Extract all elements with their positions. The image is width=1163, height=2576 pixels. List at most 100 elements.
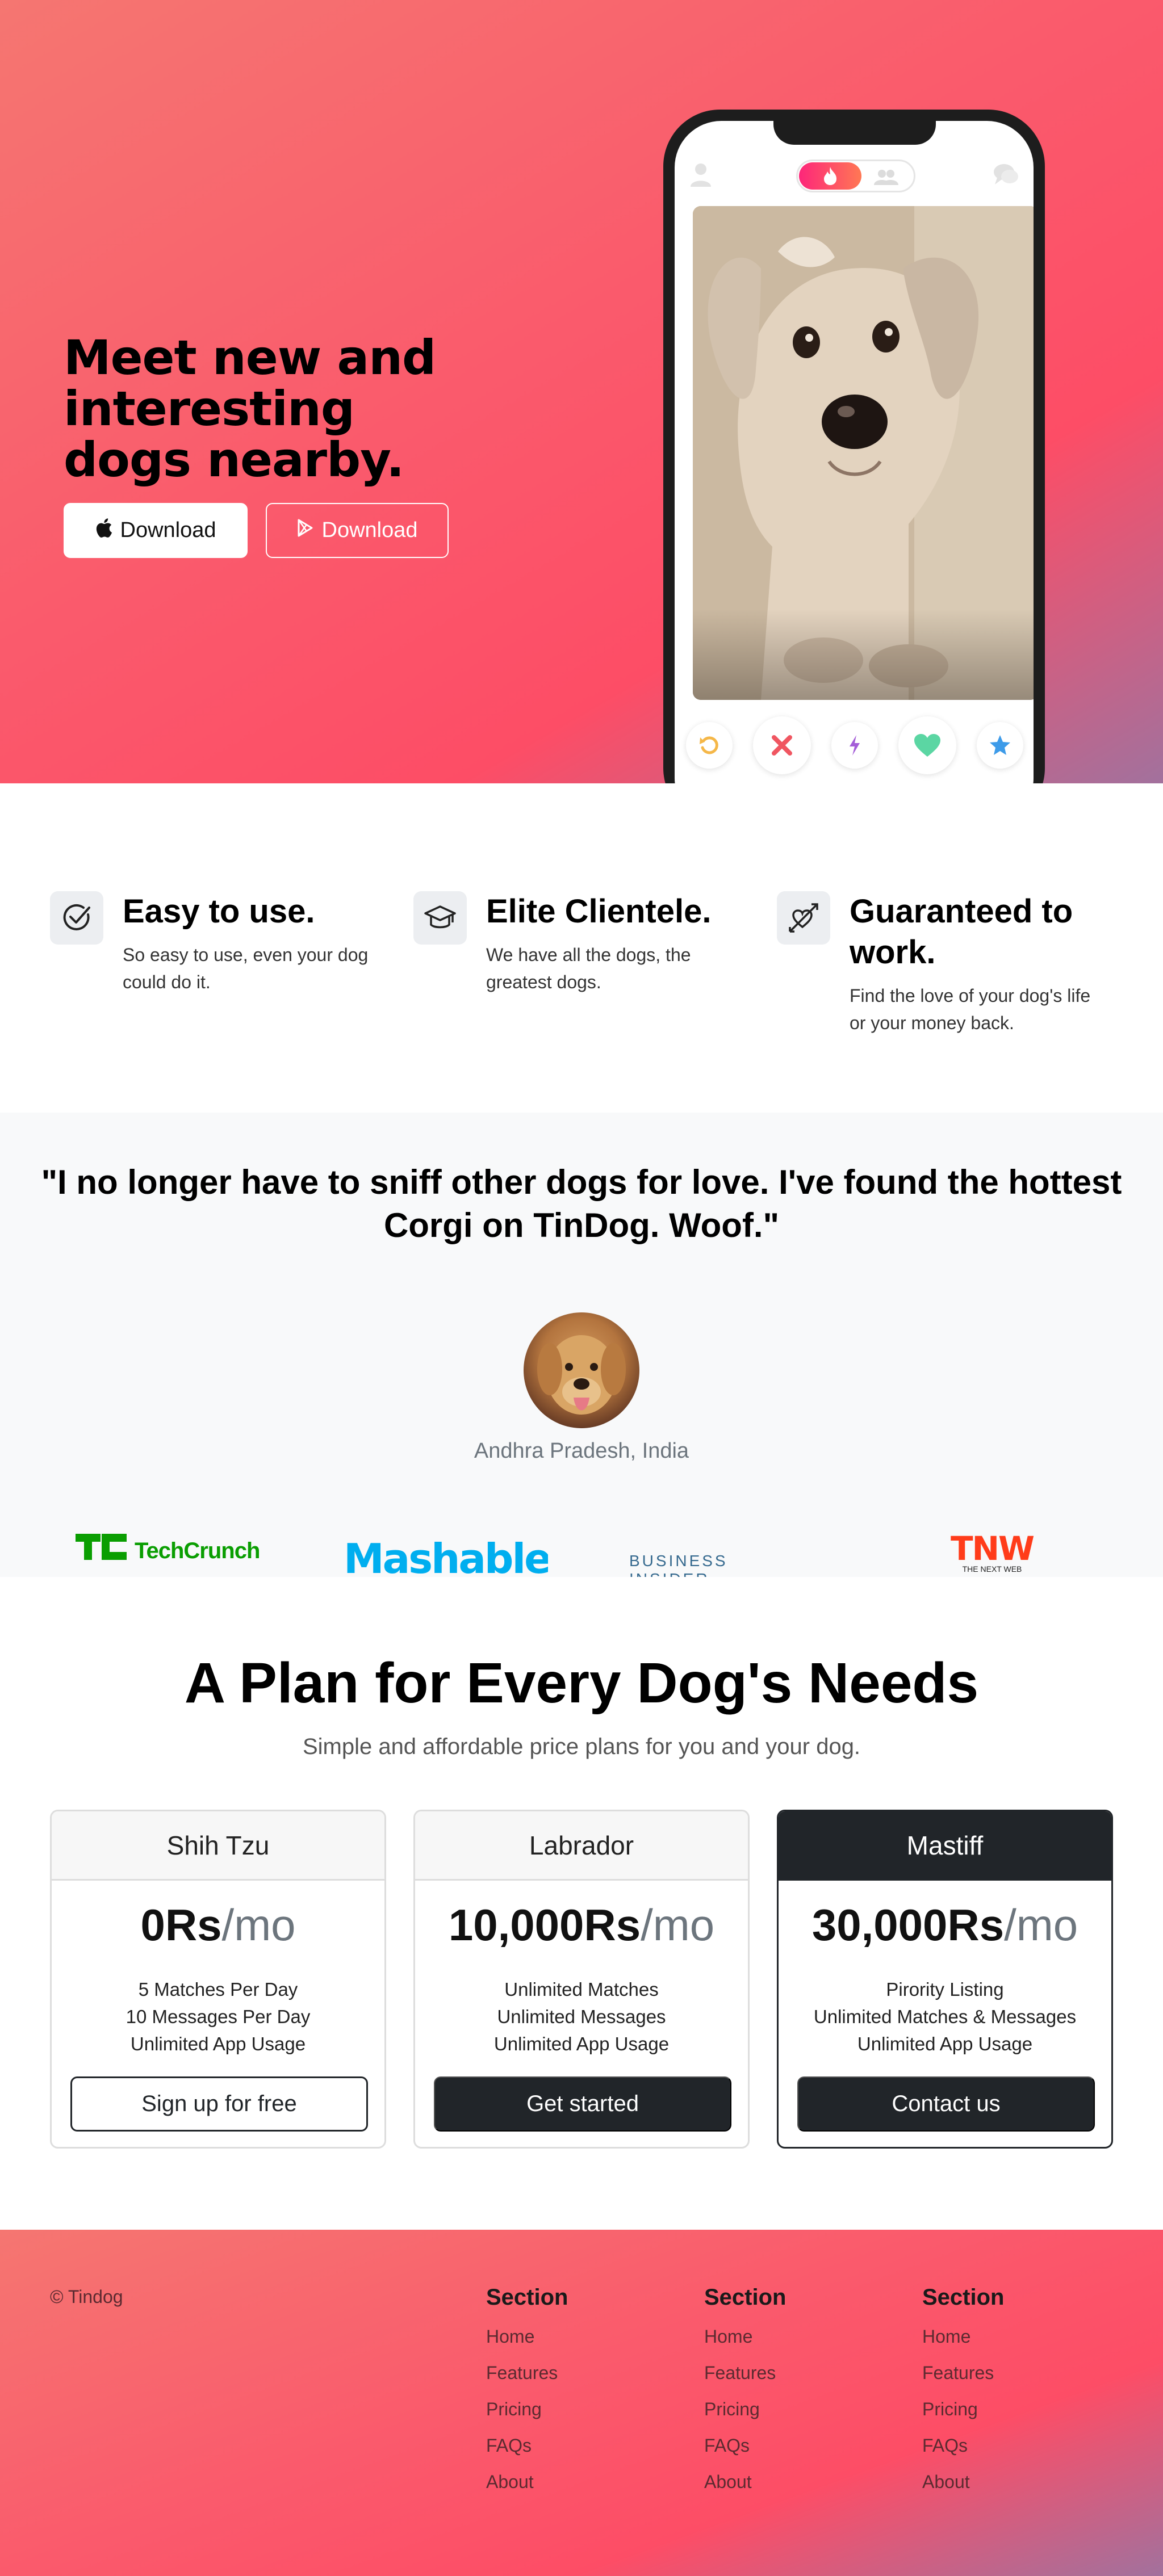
plan-feature: Unlimited Messages xyxy=(497,2006,666,2027)
tnw-logo: TNW THE NEXT WEB xyxy=(949,1533,1035,1577)
plan-price: 10,000Rs/mo xyxy=(415,1899,748,1951)
flame-icon xyxy=(799,162,861,190)
like-icon[interactable] xyxy=(898,716,956,774)
testimonial-location: Andhra Pradesh, India xyxy=(474,1439,689,1463)
pricing-title: A Plan for Every Dog's Needs xyxy=(184,1651,979,1715)
copyright: © Tindog xyxy=(50,2286,123,2307)
plan-name: Labrador xyxy=(415,1811,748,1881)
graduation-cap-icon xyxy=(413,891,467,945)
plan-price-amount: 10,000Rs xyxy=(448,1900,641,1950)
footer-link-home[interactable]: Home xyxy=(704,2318,875,2355)
dog-profile-card[interactable] xyxy=(693,206,1034,700)
heart-arrow-icon xyxy=(777,891,830,945)
footer-links: Home Features Pricing FAQs About xyxy=(922,2318,1093,2500)
footer-link-about[interactable]: About xyxy=(704,2464,875,2500)
contact-us-button[interactable]: Contact us xyxy=(797,2076,1095,2132)
plan-price-amount: 30,000Rs xyxy=(811,1900,1005,1950)
avatar xyxy=(524,1312,639,1428)
plan-feature: Unlimited Matches xyxy=(504,1979,659,2000)
footer-link-faqs[interactable]: FAQs xyxy=(704,2427,875,2464)
plan-card-labrador: Labrador 10,000Rs/mo Unlimited Matches U… xyxy=(413,1810,750,2149)
features-section: Easy to use. So easy to use, even your d… xyxy=(0,783,1163,1113)
plan-name: Mastiff xyxy=(779,1811,1111,1881)
pricing-section: A Plan for Every Dog's Needs Simple and … xyxy=(0,1577,1163,2230)
feature-text: We have all the dogs, the greatest dogs. xyxy=(486,945,691,992)
plan-card-shih-tzu: Shih Tzu 0Rs/mo 5 Matches Per Day 10 Mes… xyxy=(50,1810,386,2149)
google-play-download-button[interactable]: Download xyxy=(266,503,449,558)
superlike-icon[interactable] xyxy=(977,722,1023,769)
footer-link-features[interactable]: Features xyxy=(486,2355,656,2391)
footer-heading: Section xyxy=(704,2285,787,2310)
plan-price-period: /mo xyxy=(641,1900,715,1950)
plan-feature: Pirority Listing xyxy=(886,1979,1004,2000)
footer-column: Section Home Features Pricing FAQs About xyxy=(922,2285,1093,2500)
plan-feature: Unlimited App Usage xyxy=(130,2033,306,2054)
mashable-logo: Mashable xyxy=(344,1535,548,1577)
people-icon xyxy=(866,166,906,188)
apple-download-label: Download xyxy=(120,518,216,542)
footer-heading: Section xyxy=(486,2285,568,2310)
google-play-download-label: Download xyxy=(321,518,418,542)
nope-icon[interactable] xyxy=(753,716,811,774)
sign-up-free-button[interactable]: Sign up for free xyxy=(70,2076,368,2132)
tnw-subtitle: THE NEXT WEB xyxy=(962,1564,1022,1574)
plan-feature-list: Unlimited Matches Unlimited Messages Unl… xyxy=(415,1976,748,2058)
footer-link-pricing[interactable]: Pricing xyxy=(922,2391,1093,2427)
footer-column: Section Home Features Pricing FAQs About xyxy=(486,2285,656,2500)
footer-link-faqs[interactable]: FAQs xyxy=(922,2427,1093,2464)
get-started-button[interactable]: Get started xyxy=(434,2076,731,2132)
plan-price: 30,000Rs/mo xyxy=(779,1899,1111,1951)
phone-notch xyxy=(773,121,936,145)
user-icon xyxy=(689,162,712,189)
pricing-subtitle: Simple and affordable price plans for yo… xyxy=(302,1734,861,1759)
hero-section: Meet new and interesting dogs nearby. Do… xyxy=(0,0,1163,783)
footer-heading: Section xyxy=(922,2285,1005,2310)
hero-title: Meet new and interesting dogs nearby. xyxy=(64,330,436,488)
plan-feature: Unlimited Matches & Messages xyxy=(813,2006,1077,2027)
mode-toggle[interactable] xyxy=(796,160,915,192)
dog-photo-shade xyxy=(693,609,1034,700)
footer-link-features[interactable]: Features xyxy=(922,2355,1093,2391)
phone-screen xyxy=(675,121,1034,783)
boost-icon[interactable] xyxy=(831,722,878,769)
footer-link-home[interactable]: Home xyxy=(922,2318,1093,2355)
tnw-wordmark: TNW xyxy=(950,1533,1035,1568)
plan-price-period: /mo xyxy=(221,1900,296,1950)
phone-mockup xyxy=(663,110,1045,783)
card-action-bar xyxy=(686,714,1027,777)
footer-link-faqs[interactable]: FAQs xyxy=(486,2427,656,2464)
testimonial-quote: "I no longer have to sniff other dogs fo… xyxy=(41,1163,1122,1244)
footer: © Tindog Section Home Features Pricing F… xyxy=(0,2230,1163,2576)
apple-download-button[interactable]: Download xyxy=(64,503,248,558)
footer-links: Home Features Pricing FAQs About xyxy=(704,2318,875,2500)
chat-icon xyxy=(992,162,1020,189)
rewind-icon[interactable] xyxy=(686,722,733,769)
plan-name: Shih Tzu xyxy=(52,1811,384,1881)
plan-feature: 5 Matches Per Day xyxy=(138,1979,298,2000)
apple-icon xyxy=(95,518,112,543)
footer-link-home[interactable]: Home xyxy=(486,2318,656,2355)
plan-feature-list: 5 Matches Per Day 10 Messages Per Day Un… xyxy=(52,1976,384,2058)
footer-column: Section Home Features Pricing FAQs About xyxy=(704,2285,875,2500)
plan-card-mastiff: Mastiff 30,000Rs/mo Pirority Listing Unl… xyxy=(777,1810,1113,2149)
feature-title: Elite Clientele. xyxy=(486,893,712,930)
feature-title: Easy to use. xyxy=(123,893,315,930)
footer-link-pricing[interactable]: Pricing xyxy=(486,2391,656,2427)
check-circle-icon xyxy=(50,891,103,945)
footer-link-about[interactable]: About xyxy=(486,2464,656,2500)
feature-title: Guaranteed to work. xyxy=(850,893,1073,971)
footer-links: Home Features Pricing FAQs About xyxy=(486,2318,656,2500)
plan-feature: 10 Messages Per Day xyxy=(125,2006,311,2027)
footer-link-about[interactable]: About xyxy=(922,2464,1093,2500)
plan-price: 0Rs/mo xyxy=(52,1899,384,1951)
footer-link-features[interactable]: Features xyxy=(704,2355,875,2391)
plan-feature-list: Pirority Listing Unlimited Matches & Mes… xyxy=(779,1976,1111,2058)
testimonial-section: "I no longer have to sniff other dogs fo… xyxy=(0,1113,1163,1577)
footer-link-pricing[interactable]: Pricing xyxy=(704,2391,875,2427)
business-insider-logo: BUSINESS INSIDER xyxy=(629,1552,728,1577)
plan-feature: Unlimited App Usage xyxy=(493,2033,670,2054)
plan-feature: Unlimited App Usage xyxy=(857,2033,1033,2054)
techcrunch-wordmark: TechCrunch xyxy=(135,1538,260,1563)
techcrunch-logo: TC TechCrunch xyxy=(76,1533,269,1577)
techcrunch-mark-icon: TC xyxy=(76,1534,127,1560)
